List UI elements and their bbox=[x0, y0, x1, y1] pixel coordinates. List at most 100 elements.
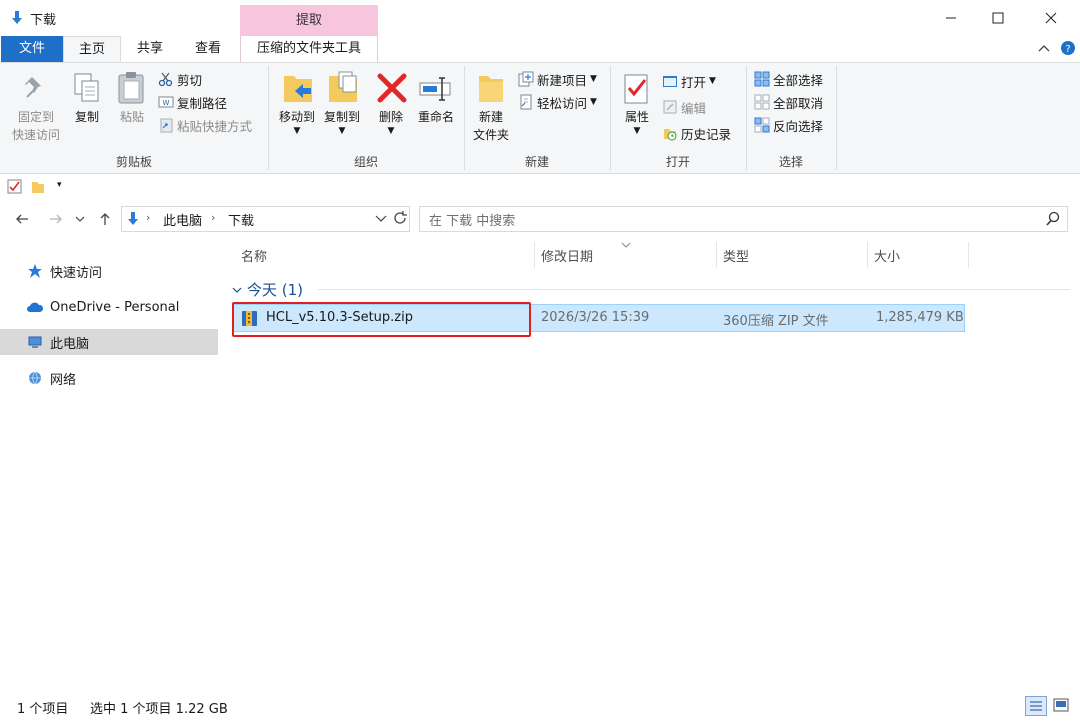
copy-path-button[interactable]: W 复制路径 bbox=[158, 91, 227, 113]
new-folder-label-1: 新建 bbox=[478, 110, 503, 124]
tab-share[interactable]: 共享 bbox=[121, 36, 179, 62]
delete-label: 删除 bbox=[378, 110, 403, 124]
column-separator[interactable] bbox=[968, 242, 969, 268]
tab-view[interactable]: 查看 bbox=[179, 36, 237, 62]
easy-access-button[interactable]: 轻松访问 ▼ bbox=[518, 91, 597, 113]
column-header-size[interactable]: 大小 bbox=[874, 246, 900, 265]
nav-item-this-pc[interactable]: 此电脑 bbox=[0, 329, 218, 355]
arrow-left-icon bbox=[16, 214, 28, 224]
annotation-highlight-box bbox=[232, 302, 531, 337]
pin-icon bbox=[22, 74, 50, 102]
copy-button[interactable]: 复制 bbox=[70, 108, 104, 126]
group-label-open: 打开 bbox=[665, 155, 690, 169]
up-button[interactable] bbox=[95, 209, 115, 229]
delete-button[interactable]: 删除 ▼ bbox=[372, 108, 410, 136]
properties-icon bbox=[622, 72, 652, 106]
dropdown-arrow-icon: ▼ bbox=[338, 126, 346, 136]
properties-button[interactable]: 属性 ▼ bbox=[618, 108, 656, 136]
group-label-clipboard: 剪贴板 bbox=[115, 155, 152, 169]
dropdown-arrow-icon: ▼ bbox=[590, 97, 597, 107]
recent-locations-button[interactable] bbox=[73, 209, 87, 229]
copy-path-icon: W bbox=[158, 96, 174, 108]
paste-button[interactable]: 粘贴 bbox=[114, 108, 150, 126]
forward-button[interactable] bbox=[46, 209, 66, 229]
breadcrumb-separator[interactable]: › bbox=[211, 211, 215, 224]
breadcrumb-separator[interactable]: › bbox=[146, 211, 150, 224]
tab-home[interactable]: 主页 bbox=[63, 36, 121, 62]
new-item-button[interactable]: 新建项目 ▼ bbox=[518, 68, 597, 90]
edit-button[interactable]: 编辑 bbox=[662, 96, 706, 118]
download-arrow-icon bbox=[124, 210, 142, 228]
group-header-today[interactable]: 今天 (1) bbox=[247, 279, 303, 300]
copy-icon bbox=[72, 72, 102, 104]
details-view-button[interactable] bbox=[1025, 696, 1047, 716]
chevron-down-icon bbox=[375, 215, 387, 222]
invert-selection-label: 反向选择 bbox=[773, 118, 824, 134]
cut-button[interactable]: 剪切 bbox=[158, 68, 202, 90]
search-input[interactable] bbox=[419, 206, 1068, 232]
column-header-row bbox=[230, 240, 1080, 268]
select-none-label: 全部取消 bbox=[773, 95, 824, 111]
new-folder-small-icon[interactable] bbox=[30, 179, 46, 195]
rename-icon bbox=[418, 74, 454, 104]
tab-compressed-folder-tools[interactable]: 压缩的文件夹工具 bbox=[240, 36, 378, 62]
column-header-modified[interactable]: 修改日期 bbox=[541, 246, 593, 265]
select-all-button[interactable]: 全部选择 bbox=[754, 68, 823, 90]
column-header-name[interactable]: 名称 bbox=[241, 246, 267, 265]
scissors-icon bbox=[158, 72, 173, 87]
rename-button[interactable]: 重命名 bbox=[412, 108, 460, 126]
back-button[interactable] bbox=[12, 209, 32, 229]
nav-item-quick-access[interactable]: 快速访问 bbox=[0, 258, 218, 284]
dropdown-arrow-icon: ▼ bbox=[293, 126, 301, 136]
address-dropdown-button[interactable] bbox=[375, 212, 389, 226]
close-button[interactable] bbox=[1028, 0, 1074, 36]
column-separator[interactable] bbox=[716, 242, 717, 268]
help-icon[interactable]: ? bbox=[1060, 40, 1076, 56]
tab-file[interactable]: 文件 bbox=[1, 36, 63, 62]
status-item-count: 1 个项目 bbox=[17, 702, 69, 717]
pin-label-2: 快速访问 bbox=[11, 128, 60, 142]
customize-toolbar-icon[interactable]: ▾ bbox=[57, 180, 67, 194]
properties-checkbox-icon[interactable] bbox=[7, 179, 23, 195]
copy-path-label: 复制路径 bbox=[177, 95, 228, 111]
maximize-button[interactable] bbox=[975, 0, 1021, 36]
column-header-type[interactable]: 类型 bbox=[723, 246, 749, 265]
nav-item-network[interactable]: 网络 bbox=[0, 365, 218, 391]
nav-label: 快速访问 bbox=[50, 265, 103, 281]
pin-quick-access-button[interactable]: 固定到 快速访问 bbox=[8, 108, 64, 144]
properties-label: 属性 bbox=[624, 110, 649, 124]
arrow-up-icon bbox=[100, 213, 110, 225]
search-icon[interactable] bbox=[1045, 211, 1061, 227]
copy-to-button[interactable]: 复制到 ▼ bbox=[317, 108, 367, 136]
group-label-organize: 组织 bbox=[353, 155, 378, 169]
open-button[interactable]: 打开 ▼ bbox=[662, 70, 716, 92]
paste-shortcut-button[interactable]: 粘贴快捷方式 bbox=[158, 114, 252, 136]
copy-to-label: 复制到 bbox=[323, 110, 360, 124]
breadcrumb-downloads[interactable]: 下载 bbox=[228, 210, 254, 229]
minimize-button[interactable] bbox=[928, 0, 974, 36]
select-none-button[interactable]: 全部取消 bbox=[754, 91, 823, 113]
group-collapse-chevron-icon[interactable] bbox=[232, 284, 242, 294]
contextual-tab-extract[interactable]: 提取 bbox=[240, 5, 378, 36]
file-type: 360压缩 ZIP 文件 bbox=[723, 314, 829, 329]
quick-access-toolbar bbox=[0, 175, 1080, 199]
open-icon bbox=[663, 76, 677, 87]
column-separator[interactable] bbox=[534, 242, 535, 268]
paste-shortcut-icon bbox=[160, 118, 173, 133]
chevron-up-icon[interactable] bbox=[1036, 40, 1052, 56]
invert-selection-button[interactable]: 反向选择 bbox=[754, 114, 823, 136]
breadcrumb-this-pc[interactable]: 此电脑 bbox=[163, 210, 202, 229]
nav-item-onedrive[interactable]: OneDrive - Personal bbox=[0, 294, 218, 320]
copy-to-icon bbox=[326, 70, 360, 106]
cut-label: 剪切 bbox=[177, 72, 203, 88]
large-icons-view-button[interactable] bbox=[1051, 696, 1073, 716]
download-arrow-icon bbox=[8, 9, 26, 27]
history-button[interactable]: 历史记录 bbox=[662, 122, 731, 144]
new-folder-button[interactable]: 新建 文件夹 bbox=[466, 108, 516, 144]
select-none-icon bbox=[754, 94, 770, 110]
column-separator[interactable] bbox=[867, 242, 868, 268]
close-icon bbox=[1045, 12, 1057, 24]
move-to-button[interactable]: 移动到 ▼ bbox=[272, 108, 322, 136]
window-title: 下载 bbox=[30, 13, 57, 28]
refresh-button[interactable] bbox=[392, 210, 408, 228]
